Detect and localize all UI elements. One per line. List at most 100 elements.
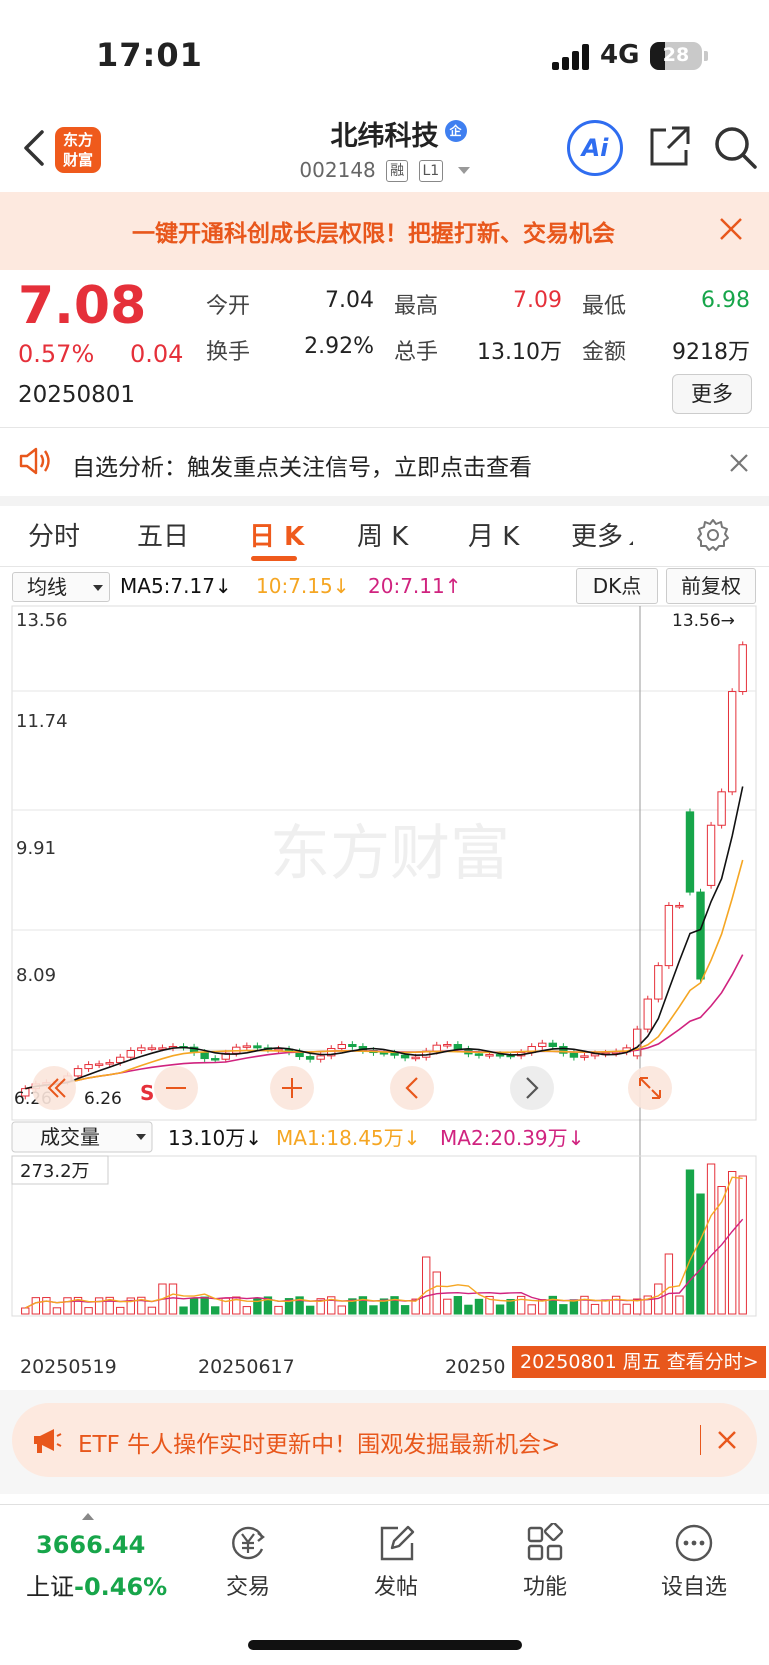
nav-add-watchlist-label: 设自选 — [660, 1575, 727, 1600]
close-icon[interactable] — [716, 214, 746, 244]
tab-intraday[interactable]: 分时 — [28, 516, 80, 553]
volume-bar — [94, 1297, 104, 1315]
indicator-select[interactable]: 均线 — [12, 572, 110, 602]
volume-bar — [569, 1299, 579, 1315]
gear-icon[interactable] — [696, 518, 730, 552]
tab-more[interactable]: 更多 — [571, 516, 634, 553]
candle-body — [696, 891, 705, 980]
nav-functions[interactable]: 功能 — [495, 1523, 595, 1601]
y-tick-label: 13.56 — [16, 610, 68, 631]
candle-body — [727, 691, 737, 793]
candle-body — [569, 1052, 579, 1058]
candle-body — [126, 1050, 135, 1058]
stock-name-inner: 北纬科技 企 — [331, 114, 467, 153]
volume-bar — [675, 1295, 684, 1315]
promo-text: 一键开通科创成长层权限！把握打新、交易机会 — [132, 221, 615, 247]
volume-bar — [590, 1303, 600, 1315]
change-percent: 0.57% — [18, 340, 95, 368]
grid-icon — [527, 1523, 564, 1561]
volume-bars — [21, 1163, 747, 1315]
tab-weekly-k[interactable]: 周 K — [357, 516, 408, 553]
battery-tip — [704, 51, 708, 61]
index-value[interactable]: 3666.44 — [36, 1531, 145, 1559]
scroll-start-button[interactable] — [32, 1066, 76, 1110]
volume-bar — [727, 1171, 737, 1315]
nav-add-watchlist[interactable]: 设自选 — [644, 1523, 744, 1601]
candle-body — [432, 1044, 441, 1052]
y-tick-label: 11.74 — [16, 711, 68, 732]
nav-post[interactable]: 发帖 — [346, 1523, 446, 1601]
kline-chart[interactable]: 东方财富 13.56 11.74 9.91 8.09 13.56→ 6.26 6… — [0, 604, 769, 1404]
dk-point-button[interactable]: DK点 — [576, 568, 658, 604]
candle-body — [337, 1044, 346, 1050]
search-icon[interactable] — [712, 124, 758, 170]
divider — [700, 1425, 701, 1455]
candle-body — [495, 1054, 505, 1057]
ai-button[interactable]: Ai — [567, 120, 623, 176]
scroll-left-button[interactable] — [390, 1066, 434, 1110]
divider — [0, 566, 769, 567]
candle-body — [137, 1047, 146, 1052]
volume-indicator-label: 成交量 — [40, 1125, 100, 1149]
zoom-in-button[interactable] — [270, 1066, 314, 1110]
adjust-button[interactable]: 前复权 — [666, 568, 756, 604]
amount-value: 9218万 — [672, 340, 750, 365]
view-intraday-tip[interactable]: 20250801 周五 查看分时> — [512, 1346, 766, 1378]
home-indicator[interactable] — [248, 1640, 522, 1650]
nav-functions-label: 功能 — [522, 1575, 567, 1600]
turnover-label: 换手 — [206, 340, 251, 365]
indicator-select-label: 均线 — [27, 575, 67, 599]
quote-date: 20250801 — [18, 382, 136, 408]
volume-bar — [453, 1296, 463, 1315]
more-quote-button[interactable]: 更多 — [672, 374, 752, 414]
volume-max-label: 273.2万 — [20, 1161, 90, 1182]
volume-bar — [422, 1256, 431, 1315]
close-icon[interactable] — [716, 1429, 738, 1451]
ma20-value: 20:7.11↑ — [368, 574, 462, 598]
candle-body — [400, 1054, 410, 1059]
tab-monthly-k[interactable]: 月 K — [468, 516, 519, 553]
sell-signal-marker: S — [140, 1081, 154, 1105]
high-value: 7.09 — [513, 288, 562, 313]
volume-bar — [116, 1306, 125, 1315]
low-label: 最低 — [582, 294, 627, 319]
candle-body — [580, 1055, 589, 1058]
candle-body — [643, 998, 652, 1030]
share-icon[interactable] — [648, 124, 692, 168]
candle-body — [706, 824, 716, 886]
candle-body — [390, 1052, 399, 1056]
watermark-text: 东方财富 — [270, 819, 510, 889]
scroll-right-button[interactable] — [510, 1066, 554, 1110]
volume-bar — [21, 1307, 30, 1315]
open-value: 7.04 — [325, 288, 374, 313]
volume-bar — [337, 1305, 346, 1315]
nav-trade[interactable]: 交易 — [198, 1523, 298, 1601]
nav-post-label: 发帖 — [373, 1575, 418, 1600]
candle-body — [73, 1068, 83, 1077]
etf-banner[interactable]: ETF 牛人操作实时更新中！围观发掘最新机会> — [12, 1403, 757, 1477]
max-price-marker: 13.56→ — [672, 611, 735, 631]
tab-five-day[interactable]: 五日 — [137, 516, 189, 553]
promo-banner[interactable]: 一键开通科创成长层权限！把握打新、交易机会 — [0, 192, 769, 270]
speaker-icon — [19, 447, 50, 475]
chevron-up-icon[interactable] — [82, 1513, 94, 1520]
volume-bar — [31, 1297, 41, 1315]
candle-body — [664, 904, 674, 967]
analysis-bar[interactable]: 自选分析：触发重点关注信号，立即点击查看 — [0, 428, 769, 496]
close-icon[interactable] — [728, 452, 750, 474]
volume-bar — [685, 1169, 695, 1315]
volume-bar — [200, 1296, 209, 1315]
tab-daily-k[interactable]: 日 K — [249, 516, 304, 553]
chevron-down-icon[interactable] — [457, 167, 470, 174]
volume-bar — [400, 1305, 410, 1315]
candle-body — [453, 1044, 463, 1050]
current-price: 7.08 — [18, 276, 147, 336]
index-name[interactable]: 上证-0.46% — [26, 1567, 167, 1602]
volume-bar — [168, 1283, 178, 1315]
volume-label: 总手 — [394, 340, 439, 365]
period-tabs: 分时 五日 日 K 周 K 月 K 更多 — [0, 506, 769, 566]
enterprise-badge: 企 — [444, 120, 467, 142]
fullscreen-button[interactable] — [628, 1066, 672, 1110]
chevron-down-icon — [93, 585, 103, 591]
zoom-out-button[interactable] — [154, 1066, 198, 1110]
